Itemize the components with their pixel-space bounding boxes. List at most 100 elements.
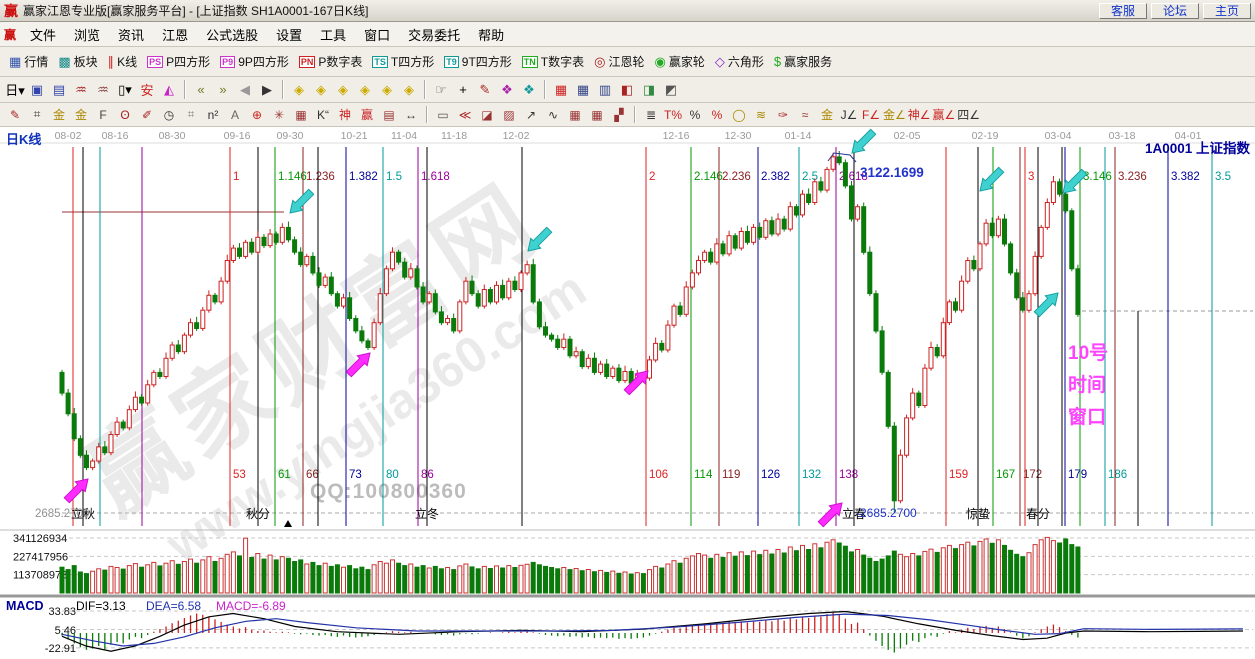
nav-next-icon[interactable]: ▶ — [256, 80, 278, 99]
winner-wheel-button[interactable]: ◉赢家轮 — [650, 52, 710, 71]
levels-icon[interactable]: ≣ — [640, 106, 662, 123]
hatch-icon[interactable]: ▞ — [608, 106, 630, 123]
menu-item-文件[interactable]: 文件 — [21, 23, 65, 46]
home-button[interactable]: 主页 — [1203, 3, 1251, 19]
god-grid-icon[interactable]: 神 — [334, 106, 356, 123]
share-icon[interactable]: ◨ — [638, 80, 660, 99]
expand-all-icon[interactable]: ◈ — [376, 80, 398, 99]
candle-style-dropdown[interactable]: ▯▾ — [114, 80, 136, 99]
gold-grid-b-icon[interactable]: 金 — [70, 106, 92, 123]
gann-pattern-icon[interactable]: 安 — [136, 80, 158, 99]
gold-band-icon[interactable]: ≋ — [750, 106, 772, 123]
trend-arrow-icon[interactable]: ↗ — [520, 106, 542, 123]
time-grid-icon[interactable]: ⌗ — [26, 106, 48, 123]
n2-tool-icon[interactable]: n² — [202, 106, 224, 123]
menu-item-公式选股[interactable]: 公式选股 — [197, 23, 267, 46]
p9-square-button[interactable]: P99P四方形 — [215, 52, 294, 71]
gold-angle-icon[interactable]: 金∠ — [882, 106, 907, 123]
small-grid-icon[interactable]: ⌗ — [180, 106, 202, 123]
menu-item-工具[interactable]: 工具 — [311, 23, 355, 46]
period-day-dropdown[interactable]: 日▾ — [4, 80, 26, 99]
measure-pen-icon[interactable]: ✎ — [474, 80, 496, 99]
menu-item-设置[interactable]: 设置 — [267, 23, 311, 46]
ma9-chart-icon[interactable]: ♒ — [92, 80, 114, 99]
compress-h-icon[interactable]: ◈ — [354, 80, 376, 99]
calculator-icon[interactable]: ▦ — [572, 80, 594, 99]
quotes-button[interactable]: ▦行情 — [4, 52, 53, 71]
hexagon-button[interactable]: ◇六角形 — [710, 52, 769, 71]
wave-band-icon[interactable]: ≈ — [794, 106, 816, 123]
kline-chart-canvas[interactable]: 赢家财富网www.yingjia360.comQQ:1008003601531.… — [0, 127, 1255, 659]
retrace-percent-icon[interactable]: T% — [662, 106, 684, 123]
nav-first-icon[interactable]: « — [190, 80, 212, 99]
percent-line-icon[interactable]: % — [706, 106, 728, 123]
menu-item-江恩[interactable]: 江恩 — [153, 23, 197, 46]
box-grid-icon[interactable]: ▦ — [290, 106, 312, 123]
star-grid-icon[interactable]: ✳ — [268, 106, 290, 123]
zoom-region-icon[interactable]: ▣ — [26, 80, 48, 99]
a-measure-icon[interactable]: A — [224, 106, 246, 123]
shift-right-icon[interactable]: ◈ — [310, 80, 332, 99]
k-quote-icon[interactable]: K“ — [312, 106, 334, 123]
customer-service-button[interactable]: 客服 — [1099, 3, 1147, 19]
nav-last-icon[interactable]: » — [212, 80, 234, 99]
fib-grid-icon[interactable]: F — [92, 106, 114, 123]
god-angle-icon[interactable]: 神∠ — [907, 106, 932, 123]
win-grid-icon[interactable]: 赢 — [356, 106, 378, 123]
t9-square-button[interactable]: T99T四方形 — [439, 52, 517, 71]
p-number-table-button[interactable]: PNP数字表 — [294, 52, 368, 71]
note-list-icon[interactable]: ▤ — [48, 80, 70, 99]
svg-text:80: 80 — [386, 469, 399, 481]
gann-target-icon[interactable]: ⊕ — [246, 106, 268, 123]
gold-circle-icon[interactable]: ◯ — [728, 106, 750, 123]
teal-analysis-icon[interactable]: ❖ — [518, 80, 540, 99]
j-angle-icon[interactable]: J∠ — [838, 106, 860, 123]
p-square-button[interactable]: PSP四方形 — [142, 52, 215, 71]
ab-brush-icon[interactable]: ✑ — [772, 106, 794, 123]
move-4way-icon[interactable]: ◈ — [398, 80, 420, 99]
gold-grid-a-icon[interactable]: 金 — [48, 106, 70, 123]
notes-icon[interactable]: ▥ — [594, 80, 616, 99]
menu-item-资讯[interactable]: 资讯 — [109, 23, 153, 46]
ruler-icon[interactable]: ▤ — [378, 106, 400, 123]
menu-item-帮助[interactable]: 帮助 — [469, 23, 513, 46]
menu-item-窗口[interactable]: 窗口 — [355, 23, 399, 46]
zigzag-icon[interactable]: ∿ — [542, 106, 564, 123]
percent-icon[interactable]: % — [684, 106, 706, 123]
stretch-h-icon[interactable]: ◈ — [332, 80, 354, 99]
calendar-icon[interactable]: ▦ — [550, 80, 572, 99]
width-measure-icon[interactable]: ↔ — [400, 106, 422, 123]
four-angle-icon[interactable]: 四∠ — [956, 106, 981, 123]
matrix-a-icon[interactable]: ▦ — [564, 106, 586, 123]
gann-wheel-button[interactable]: ◎江恩轮 — [589, 52, 649, 71]
marker-pen-icon[interactable]: ✐ — [136, 106, 158, 123]
f-angle-icon[interactable]: F∠ — [860, 106, 882, 123]
crosshair-tool-icon[interactable]: + — [452, 80, 474, 99]
gold-bar-icon[interactable]: 金 — [816, 106, 838, 123]
purple-analysis-icon[interactable]: ❖ — [496, 80, 518, 99]
t-number-table-button[interactable]: TNT数字表 — [517, 52, 589, 71]
win-angle-icon[interactable]: 赢∠ — [932, 106, 957, 123]
winner-service-button[interactable]: $赢家服务 — [769, 52, 837, 71]
print-icon[interactable]: ◩ — [660, 80, 682, 99]
menu-item-交易委托[interactable]: 交易委托 — [399, 23, 469, 46]
nav-prev-icon[interactable]: ◀ — [234, 80, 256, 99]
fan-square-icon[interactable]: ▨ — [498, 106, 520, 123]
shift-left-icon[interactable]: ◈ — [288, 80, 310, 99]
time-cycle-icon[interactable]: ◷ — [158, 106, 180, 123]
ma3-chart-icon[interactable]: ♒ — [70, 80, 92, 99]
box-select-icon[interactable]: ▭ — [432, 106, 454, 123]
menu-item-浏览[interactable]: 浏览 — [65, 23, 109, 46]
color-chart-icon[interactable]: ◭ — [158, 80, 180, 99]
kline-button[interactable]: ∥K线 — [103, 52, 143, 71]
sectors-button[interactable]: ▩板块 — [53, 52, 102, 71]
fan-lines-icon[interactable]: ≪ — [454, 106, 476, 123]
spiral-icon[interactable]: ʘ — [114, 106, 136, 123]
t-square-button[interactable]: TST四方形 — [367, 52, 439, 71]
fan-box-icon[interactable]: ◪ — [476, 106, 498, 123]
save-icon[interactable]: ◧ — [616, 80, 638, 99]
matrix-b-icon[interactable]: ▦ — [586, 106, 608, 123]
hand-tool-icon[interactable]: ☞ — [430, 80, 452, 99]
draw-pen-icon[interactable]: ✎ — [4, 106, 26, 123]
forum-button[interactable]: 论坛 — [1151, 3, 1199, 19]
